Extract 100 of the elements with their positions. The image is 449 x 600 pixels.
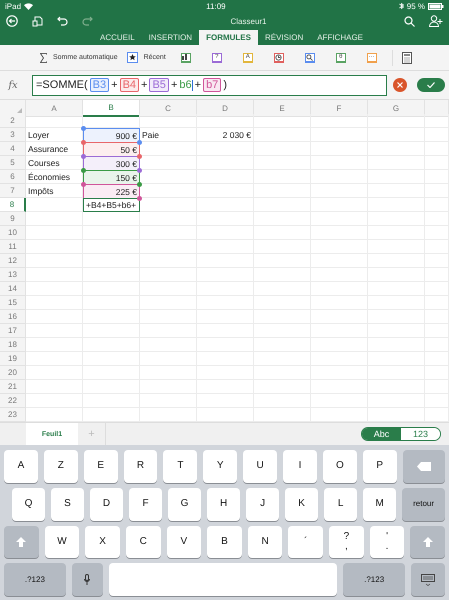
range-handle[interactable] xyxy=(137,182,142,187)
keyboard-key[interactable]: Q xyxy=(12,488,45,520)
ribbon-tab[interactable]: INSERTION xyxy=(142,30,200,45)
row-header[interactable]: 14 xyxy=(0,282,26,296)
table-cell[interactable] xyxy=(425,114,449,128)
keyboard-key[interactable]: ? , xyxy=(329,526,364,558)
table-cell[interactable] xyxy=(140,170,197,184)
referenced-cell[interactable]: 300 € xyxy=(83,156,140,170)
row-header[interactable]: 4 xyxy=(0,142,26,156)
row-header[interactable]: 22 xyxy=(0,394,26,408)
keyboard-key[interactable]: V xyxy=(166,526,202,558)
table-cell[interactable] xyxy=(26,352,83,366)
range-handle[interactable] xyxy=(137,140,142,145)
row-header[interactable]: 16 xyxy=(0,310,26,324)
delete-key[interactable] xyxy=(402,450,445,483)
calculator-icon[interactable] xyxy=(402,52,412,64)
table-cell[interactable] xyxy=(368,114,425,128)
table-cell[interactable] xyxy=(140,184,197,198)
table-cell[interactable] xyxy=(26,394,83,408)
table-cell[interactable] xyxy=(197,114,254,128)
referenced-cell[interactable]: 50 € xyxy=(83,142,140,156)
table-cell[interactable] xyxy=(83,212,140,226)
column-header[interactable]: E xyxy=(254,100,311,117)
referenced-cell[interactable]: 900 € xyxy=(83,128,140,142)
file-icon[interactable] xyxy=(32,16,43,26)
table-cell[interactable] xyxy=(26,268,83,282)
numbers-key[interactable]: .?123 xyxy=(4,563,66,596)
keyboard-key[interactable]: X xyxy=(85,526,120,558)
row-header[interactable]: 12 xyxy=(0,254,26,268)
table-cell[interactable] xyxy=(26,212,83,226)
table-cell[interactable] xyxy=(140,198,197,212)
keyboard-key[interactable]: A xyxy=(4,450,38,483)
row-header[interactable]: 9 xyxy=(0,212,26,226)
table-cell[interactable] xyxy=(140,142,197,156)
table-cell[interactable] xyxy=(26,282,83,296)
search-icon[interactable] xyxy=(404,16,415,26)
row-header[interactable]: 20 xyxy=(0,366,26,380)
table-cell[interactable] xyxy=(26,324,83,338)
row-header[interactable]: 15 xyxy=(0,296,26,310)
row-header[interactable]: 2 xyxy=(0,114,26,128)
referenced-cell[interactable]: 150 € xyxy=(83,170,140,184)
table-cell[interactable] xyxy=(140,212,197,226)
keyboard-key[interactable]: S xyxy=(50,488,84,520)
column-header[interactable]: A xyxy=(26,100,83,117)
formula-input[interactable]: =SOMME( B3 + B4 + B5 + b6 + b7 ) xyxy=(32,74,387,96)
column-header[interactable]: D xyxy=(197,100,254,117)
keyboard-key[interactable]: K xyxy=(285,488,318,520)
table-cell[interactable] xyxy=(311,114,368,128)
row-header[interactable]: 10 xyxy=(0,226,26,240)
range-handle[interactable] xyxy=(137,196,142,201)
editing-cell[interactable]: +B4+B5+b6+ xyxy=(83,198,140,212)
back-icon[interactable] xyxy=(6,15,18,27)
chart-icon[interactable] xyxy=(180,52,191,62)
keyboard-mode-toggle[interactable]: Abc xyxy=(362,428,401,440)
return-key[interactable]: retour xyxy=(402,488,446,520)
cancel-button[interactable] xyxy=(393,78,407,92)
shift-key[interactable] xyxy=(410,526,446,558)
keyboard-key[interactable]: R xyxy=(124,450,158,483)
table-cell[interactable] xyxy=(26,366,83,380)
row-header[interactable]: 19 xyxy=(0,352,26,366)
keyboard-key[interactable]: P xyxy=(362,450,397,483)
keyboard-key[interactable]: Y xyxy=(203,450,238,483)
shift-key[interactable] xyxy=(4,526,39,558)
column-header[interactable]: B xyxy=(83,100,140,117)
row-header[interactable]: 17 xyxy=(0,324,26,338)
table-cell[interactable]: Paie xyxy=(140,128,197,142)
row-header[interactable]: 6 xyxy=(0,170,26,184)
undo-icon[interactable] xyxy=(57,16,68,26)
range-handle[interactable] xyxy=(81,182,86,187)
keyboard-key[interactable]: W xyxy=(44,526,80,558)
numbers-key[interactable]: .?123 xyxy=(343,563,406,596)
table-cell[interactable] xyxy=(254,114,311,128)
table-cell[interactable] xyxy=(26,380,83,394)
keyboard-key[interactable]: L xyxy=(324,488,358,520)
keyboard-key[interactable]: U xyxy=(243,450,278,483)
add-person-icon[interactable] xyxy=(429,15,443,27)
keyboard-key[interactable]: ´ xyxy=(288,526,324,558)
keyboard-key[interactable]: N xyxy=(248,526,282,558)
redo-icon[interactable] xyxy=(82,16,93,26)
search-icon[interactable] xyxy=(304,52,315,62)
keyboard-key[interactable]: G xyxy=(168,488,202,520)
keyboard-key[interactable]: E xyxy=(84,450,118,483)
row-header[interactable]: 11 xyxy=(0,240,26,254)
keyboard-key[interactable]: O xyxy=(322,450,357,483)
keyboard-key[interactable]: H xyxy=(207,488,240,520)
range-handle[interactable] xyxy=(137,154,142,159)
table-cell[interactable] xyxy=(140,114,197,128)
range-handle[interactable] xyxy=(81,126,86,131)
row-header[interactable]: 23 xyxy=(0,408,26,422)
row-header[interactable]: 8 xyxy=(0,198,26,212)
keyboard-key[interactable]: C xyxy=(126,526,161,558)
keyboard-key[interactable]: M xyxy=(363,488,396,520)
keyboard-key[interactable]: ' . xyxy=(370,526,404,558)
keyboard-mode-toggle[interactable]: 123 xyxy=(401,428,440,440)
row-header[interactable]: 7 xyxy=(0,184,26,198)
keyboard-key[interactable]: Z xyxy=(44,450,78,483)
confirm-button[interactable] xyxy=(417,78,445,92)
ribbon-tab[interactable]: AFFICHAGE xyxy=(310,30,370,45)
microphone-key[interactable] xyxy=(72,563,103,596)
column-header[interactable]: F xyxy=(311,100,368,117)
